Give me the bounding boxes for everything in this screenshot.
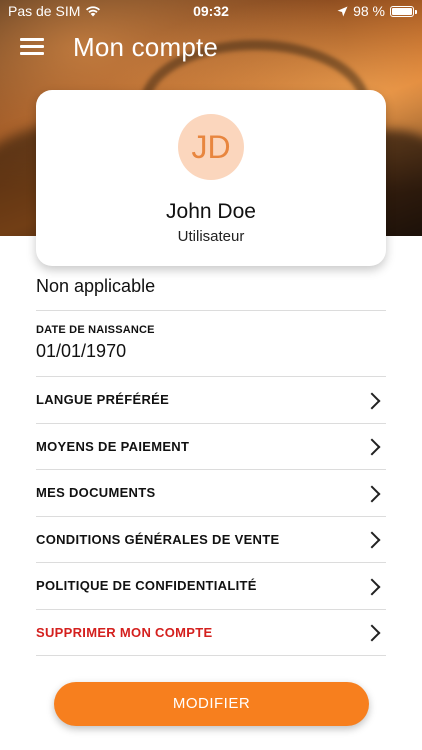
- menu-item-privacy-policy[interactable]: POLITIQUE DE CONFIDENTIALITÉ: [36, 563, 386, 610]
- user-role: Utilisateur: [177, 228, 245, 245]
- chevron-right-icon: [366, 625, 380, 639]
- battery-icon: [390, 5, 417, 17]
- page-title: Mon compte: [73, 32, 219, 62]
- location-arrow-icon: [337, 6, 348, 16]
- menu-item-label: LANGUE PRÉFÉRÉE: [36, 392, 170, 408]
- birth-date-row: DATE DE NAISSANCE 01/01/1970: [36, 311, 386, 377]
- battery-percent: 98 %: [353, 3, 385, 19]
- profile-card: JD John Doe Utilisateur: [36, 90, 386, 266]
- menu-item-label: POLITIQUE DE CONFIDENTIALITÉ: [36, 578, 257, 594]
- info-row: Non applicable: [36, 266, 386, 311]
- chevron-right-icon: [366, 532, 380, 546]
- status-bar: Pas de SIM 09:32 98 %: [0, 0, 422, 22]
- menu-item-payment-methods[interactable]: MOYENS DE PAIEMENT: [36, 424, 386, 470]
- menu-item-terms-of-sale[interactable]: CONDITIONS GÉNÉRALES DE VENTE: [36, 517, 386, 563]
- menu-item-preferred-language[interactable]: LANGUE PRÉFÉRÉE: [36, 377, 386, 424]
- chevron-right-icon: [366, 579, 380, 593]
- chevron-right-icon: [366, 439, 380, 453]
- menu-item-delete-account[interactable]: SUPPRIMER MON COMPTE: [36, 610, 386, 656]
- navigation-bar: Mon compte: [0, 28, 422, 68]
- info-value: Non applicable: [36, 276, 156, 296]
- chevron-right-icon: [366, 486, 380, 500]
- account-details: Non applicable DATE DE NAISSANCE 01/01/1…: [36, 266, 386, 656]
- hamburger-menu-icon[interactable]: [20, 38, 44, 58]
- user-name: John Doe: [166, 200, 256, 223]
- avatar: JD: [178, 114, 244, 180]
- menu-item-label: CONDITIONS GÉNÉRALES DE VENTE: [36, 531, 280, 547]
- birth-date-label: DATE DE NAISSANCE: [36, 324, 155, 336]
- menu-item-my-documents[interactable]: MES DOCUMENTS: [36, 470, 386, 517]
- menu-item-label: MES DOCUMENTS: [36, 485, 156, 501]
- menu-item-label: MOYENS DE PAIEMENT: [36, 438, 190, 454]
- menu-item-label: SUPPRIMER MON COMPTE: [36, 624, 213, 640]
- modify-button[interactable]: MODIFIER: [54, 682, 369, 726]
- birth-date-value: 01/01/1970: [36, 341, 127, 361]
- chevron-right-icon: [366, 393, 380, 407]
- battery-level: [392, 7, 412, 15]
